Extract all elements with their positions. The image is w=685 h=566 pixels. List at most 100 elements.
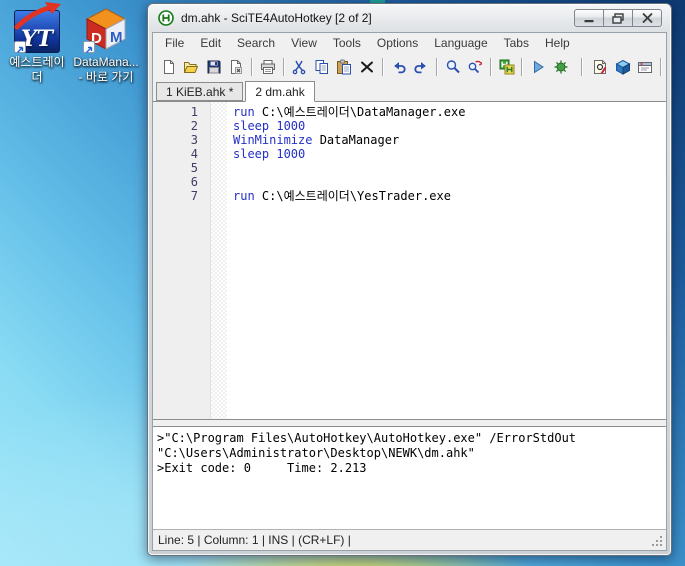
replace-button[interactable] — [464, 56, 486, 78]
delete-icon — [359, 59, 375, 75]
code-line: sleep 1000 — [233, 147, 666, 161]
cube-letter-m: M — [110, 29, 123, 46]
menu-item-search[interactable]: Search — [229, 34, 283, 52]
menu-item-view[interactable]: View — [283, 34, 325, 52]
menu-item-options[interactable]: Options — [369, 34, 426, 52]
window-spy-icon — [592, 59, 608, 75]
window-title: dm.ahk - SciTE4AutoHotkey [2 of 2] — [181, 11, 372, 25]
client-area: FileEditSearchViewToolsOptionsLanguageTa… — [152, 32, 667, 551]
line-number: 7 — [153, 189, 198, 203]
new-file-icon — [161, 59, 177, 75]
toolbar-separator — [382, 58, 383, 76]
copy-button[interactable] — [311, 56, 333, 78]
desktop-icon-yestrader[interactable]: YT 예스트레이 더 — [3, 5, 71, 85]
tab-1-kieb-ahk[interactable]: 1 KiEB.ahk * — [156, 82, 243, 101]
minimize-icon — [584, 14, 594, 23]
desktop: YT 예스트레이 더 D M — [0, 0, 685, 566]
compile-button[interactable] — [612, 56, 634, 78]
restore-icon — [612, 13, 624, 24]
icon-label-line1: DataMana... — [72, 55, 140, 70]
toolbar — [153, 53, 666, 80]
menu-item-help[interactable]: Help — [537, 34, 578, 52]
tab-bar: 1 KiEB.ahk *2 dm.ahk — [153, 80, 666, 102]
cut-button[interactable] — [289, 56, 311, 78]
desktop-icon-datamanager[interactable]: D M DataMana... - 바로 가기 — [72, 5, 140, 85]
caption-buttons — [575, 9, 662, 27]
run-script-button[interactable] — [527, 56, 549, 78]
debug-bug-icon — [553, 59, 569, 75]
save-file-button[interactable] — [203, 56, 225, 78]
pane-splitter[interactable] — [153, 419, 666, 427]
close-icon — [642, 13, 653, 23]
code-line: run C:\예스트레이더\DataManager.exe — [233, 105, 666, 119]
cut-icon — [291, 59, 307, 75]
gui-editor-icon — [637, 59, 653, 75]
title-bar[interactable]: dm.ahk - SciTE4AutoHotkey [2 of 2] — [148, 4, 671, 32]
redo-button[interactable] — [410, 56, 432, 78]
icon-label: 예스트레이 더 — [3, 55, 71, 85]
shortcut-arrow-icon — [14, 41, 26, 53]
menu-bar: FileEditSearchViewToolsOptionsLanguageTa… — [153, 33, 666, 53]
output-line: >Exit code: 0 Time: 2.213 — [157, 461, 664, 476]
find-button[interactable] — [442, 56, 464, 78]
menu-item-file[interactable]: File — [157, 34, 192, 52]
icon-label-line1: 예스트레이 — [3, 55, 71, 70]
yestrader-icon: YT — [13, 5, 61, 53]
gui-editor-button[interactable] — [635, 56, 657, 78]
run-icon — [530, 59, 546, 75]
output-line: "C:\Users\Administrator\Desktop\NEWK\dm.… — [157, 446, 664, 461]
icon-label: DataMana... - 바로 가기 — [72, 55, 140, 85]
toolbar-separator — [660, 58, 661, 76]
close-file-button[interactable] — [226, 56, 248, 78]
ahk-helper-icon — [499, 59, 515, 75]
new-file-button[interactable] — [158, 56, 180, 78]
line-number: 6 — [153, 175, 198, 189]
status-bar: Line: 5 | Column: 1 | INS | (CR+LF) | — [153, 529, 666, 550]
datamanager-icon: D M — [82, 5, 130, 53]
code-line: WinMinimize DataManager — [233, 133, 666, 147]
print-icon — [260, 59, 276, 75]
line-number-gutter: 1234567 — [153, 102, 211, 419]
window-spy-button[interactable] — [590, 56, 612, 78]
ahk-helper-button[interactable] — [496, 56, 518, 78]
debug-script-button[interactable] — [550, 56, 572, 78]
save-icon — [206, 59, 222, 75]
line-number: 5 — [153, 161, 198, 175]
scite-window: dm.ahk - SciTE4AutoHotkey [2 of 2] FileE… — [147, 3, 672, 556]
toolbar-separator — [283, 58, 284, 76]
status-text: Line: 5 | Column: 1 | INS | (CR+LF) | — [158, 533, 351, 547]
code-line: sleep 1000 — [233, 119, 666, 133]
toolbar-separator — [436, 58, 437, 76]
line-number: 2 — [153, 119, 198, 133]
find-icon — [445, 59, 461, 75]
tab-2-dm-ahk[interactable]: 2 dm.ahk — [245, 81, 314, 102]
menu-item-tools[interactable]: Tools — [325, 34, 369, 52]
menu-item-tabs[interactable]: Tabs — [496, 34, 537, 52]
code-area[interactable]: run C:\예스트레이더\DataManager.exesleep 1000W… — [227, 102, 666, 419]
restore-button[interactable] — [603, 9, 633, 27]
open-file-button[interactable] — [181, 56, 203, 78]
code-line — [233, 175, 666, 189]
toolbar-separator — [521, 58, 522, 76]
minimize-button[interactable] — [574, 9, 604, 27]
redo-icon — [413, 59, 429, 75]
close-button[interactable] — [632, 9, 662, 27]
menu-item-language[interactable]: Language — [426, 34, 495, 52]
editor-pane[interactable]: 1234567 run C:\예스트레이더\DataManager.exesle… — [153, 102, 666, 419]
replace-icon — [467, 59, 483, 75]
open-folder-icon — [183, 59, 199, 75]
line-number: 3 — [153, 133, 198, 147]
code-line — [233, 161, 666, 175]
menu-item-edit[interactable]: Edit — [192, 34, 229, 52]
icon-label-line2: 더 — [3, 70, 71, 85]
toolbar-separator — [581, 58, 582, 76]
resize-grip-icon[interactable] — [651, 535, 664, 548]
undo-button[interactable] — [388, 56, 410, 78]
print-button[interactable] — [257, 56, 279, 78]
output-pane[interactable]: >"C:\Program Files\AutoHotkey\AutoHotkey… — [153, 427, 666, 529]
line-number: 1 — [153, 105, 198, 119]
compile-cube-icon — [615, 59, 631, 75]
delete-button[interactable] — [356, 56, 378, 78]
undo-icon — [391, 59, 407, 75]
paste-button[interactable] — [334, 56, 356, 78]
